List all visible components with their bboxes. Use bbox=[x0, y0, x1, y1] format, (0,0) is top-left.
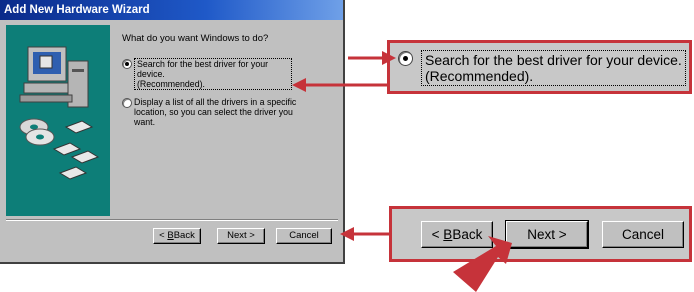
arrow-pointer-icon bbox=[453, 236, 512, 292]
annotation-arrows bbox=[292, 51, 512, 292]
arrow-right-icon bbox=[348, 51, 396, 65]
arrow-left-icon bbox=[292, 78, 387, 92]
arrow-left-icon bbox=[340, 227, 389, 241]
